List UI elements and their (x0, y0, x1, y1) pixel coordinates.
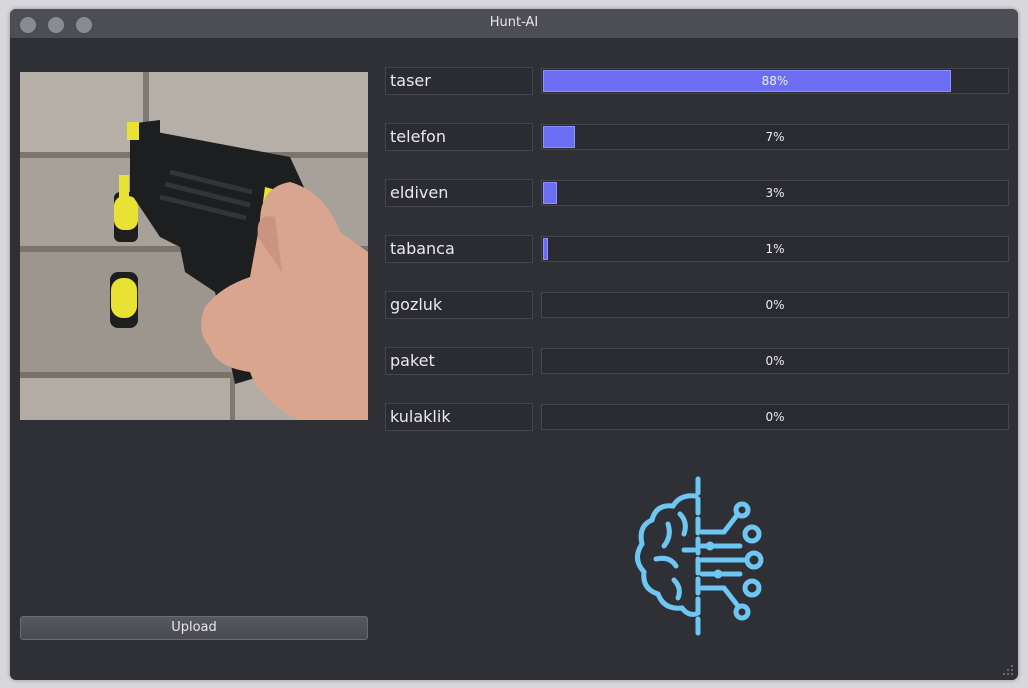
taser-photo-icon (20, 72, 368, 420)
upload-button[interactable]: Upload (20, 616, 368, 640)
prediction-progress-bar: 88% (541, 68, 1009, 94)
prediction-label: kulaklik (385, 403, 533, 431)
title-bar[interactable]: Hunt-AI (10, 9, 1018, 38)
progress-percent-text: 3% (765, 186, 785, 200)
prediction-label: paket (385, 347, 533, 375)
image-preview (20, 72, 368, 420)
progress-percent-text: 0% (765, 298, 785, 312)
progress-percent-text: 0% (765, 410, 785, 424)
prediction-progress-bar: 7% (541, 124, 1009, 150)
prediction-progress-bar: 1% (541, 236, 1009, 262)
progress-percent-text: 7% (765, 130, 785, 144)
app-window: Hunt-AI Upload taser 88% telefon 7% eldi… (10, 9, 1018, 680)
ai-brain-icon (635, 476, 764, 637)
progress-percent-text: 0% (765, 354, 785, 368)
prediction-label: eldiven (385, 179, 533, 207)
resize-grip-icon[interactable] (1002, 664, 1014, 676)
prediction-label: telefon (385, 123, 533, 151)
prediction-progress-bar: 0% (541, 292, 1009, 318)
window-title: Hunt-AI (489, 15, 539, 30)
prediction-progress-bar: 0% (541, 404, 1009, 430)
prediction-progress-bar: 0% (541, 348, 1009, 374)
prediction-label: tabanca (385, 235, 533, 263)
prediction-label: gozluk (385, 291, 533, 319)
progress-percent-text: 1% (765, 242, 785, 256)
prediction-label: taser (385, 67, 533, 95)
progress-percent-text: 88% (761, 74, 789, 88)
prediction-progress-bar: 3% (541, 180, 1009, 206)
